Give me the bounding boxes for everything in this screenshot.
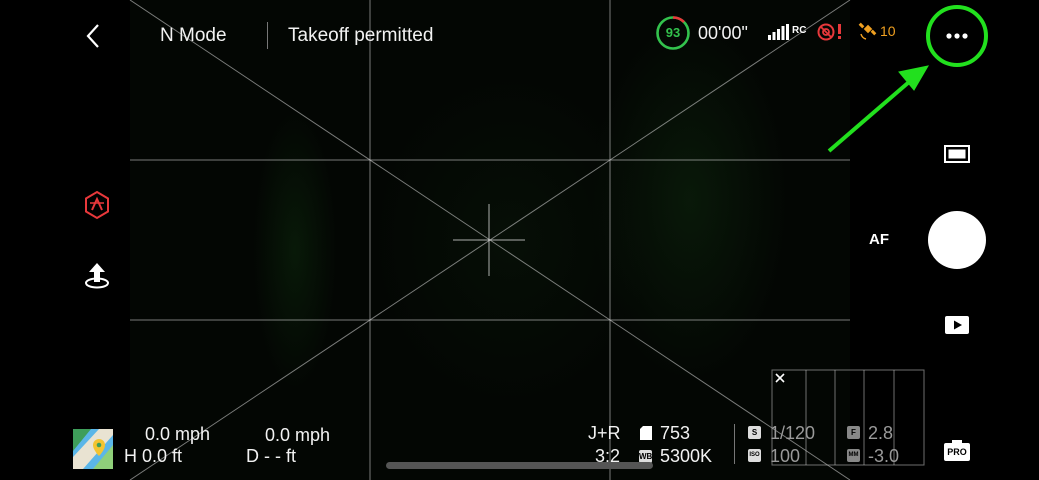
playback-icon (945, 316, 969, 334)
playback-button[interactable] (943, 313, 971, 337)
home-indicator[interactable] (386, 462, 653, 469)
back-button[interactable] (82, 22, 106, 50)
photo-format: J+R (588, 423, 621, 443)
pro-label: PRO (947, 447, 967, 457)
auto-takeoff-button[interactable] (82, 260, 112, 290)
horizontal-speed: 0.0 mph (145, 424, 211, 444)
exposure-settings[interactable]: S 1/120 ISO 100 F 2.8 MM -3.0 (746, 421, 916, 467)
autofocus-toggle[interactable]: AF (869, 231, 889, 248)
intelligent-flight-icon (85, 190, 109, 220)
satellite-count: 10 (880, 23, 896, 39)
mini-map-button[interactable] (73, 429, 113, 469)
camera-viewfinder[interactable] (130, 0, 850, 480)
shutter-speed: 1/120 (770, 423, 816, 443)
aperture-badge: F (847, 426, 860, 439)
rc-label: RC (792, 25, 807, 36)
shutter-badge: S (748, 426, 761, 439)
more-settings-button[interactable] (935, 14, 979, 58)
iso-value: 100 (770, 446, 801, 466)
vertical-speed: 0.0 mph (265, 425, 331, 445)
rc-signal-indicator[interactable]: RC (768, 24, 806, 42)
battery-percent: 93 (665, 25, 681, 40)
photo-frame-icon (944, 145, 970, 163)
flight-mode-label[interactable]: N Mode (160, 25, 227, 47)
white-balance: 5300K (660, 446, 713, 466)
pro-camera-settings-button[interactable]: PRO (942, 439, 972, 463)
flight-time: 00'00" (698, 23, 748, 43)
signal-bars-icon (768, 24, 789, 40)
iso-badge: ISO (748, 449, 761, 462)
exposure-value: -3.0 (868, 446, 900, 466)
shutter-button[interactable] (928, 211, 986, 269)
satellite-icon (858, 22, 877, 40)
gps-indicator[interactable]: 10 (858, 21, 902, 43)
camera-info-divider (734, 424, 735, 464)
intelligent-flight-button[interactable] (82, 190, 112, 220)
aircraft-status-label[interactable]: Takeoff permitted (288, 25, 433, 47)
top-bar-divider (267, 22, 268, 49)
distance-readout: D - - ft (246, 446, 296, 466)
remaining-photos: 753 (660, 423, 691, 443)
height-readout: H 0.0 ft (124, 446, 183, 466)
obstacle-avoidance-indicator[interactable] (817, 21, 847, 43)
map-icon (73, 429, 113, 469)
more-dots-icon (946, 33, 968, 39)
takeoff-arrow-icon (85, 263, 109, 289)
battery-indicator[interactable]: 93 (655, 15, 691, 51)
photo-mode-button[interactable] (943, 142, 971, 166)
storage-icon (640, 426, 652, 440)
aperture-value: 2.8 (868, 423, 894, 443)
ev-badge: MM (847, 449, 860, 462)
chevron-left-icon (86, 24, 99, 48)
obstacle-warning-icon (817, 23, 841, 41)
